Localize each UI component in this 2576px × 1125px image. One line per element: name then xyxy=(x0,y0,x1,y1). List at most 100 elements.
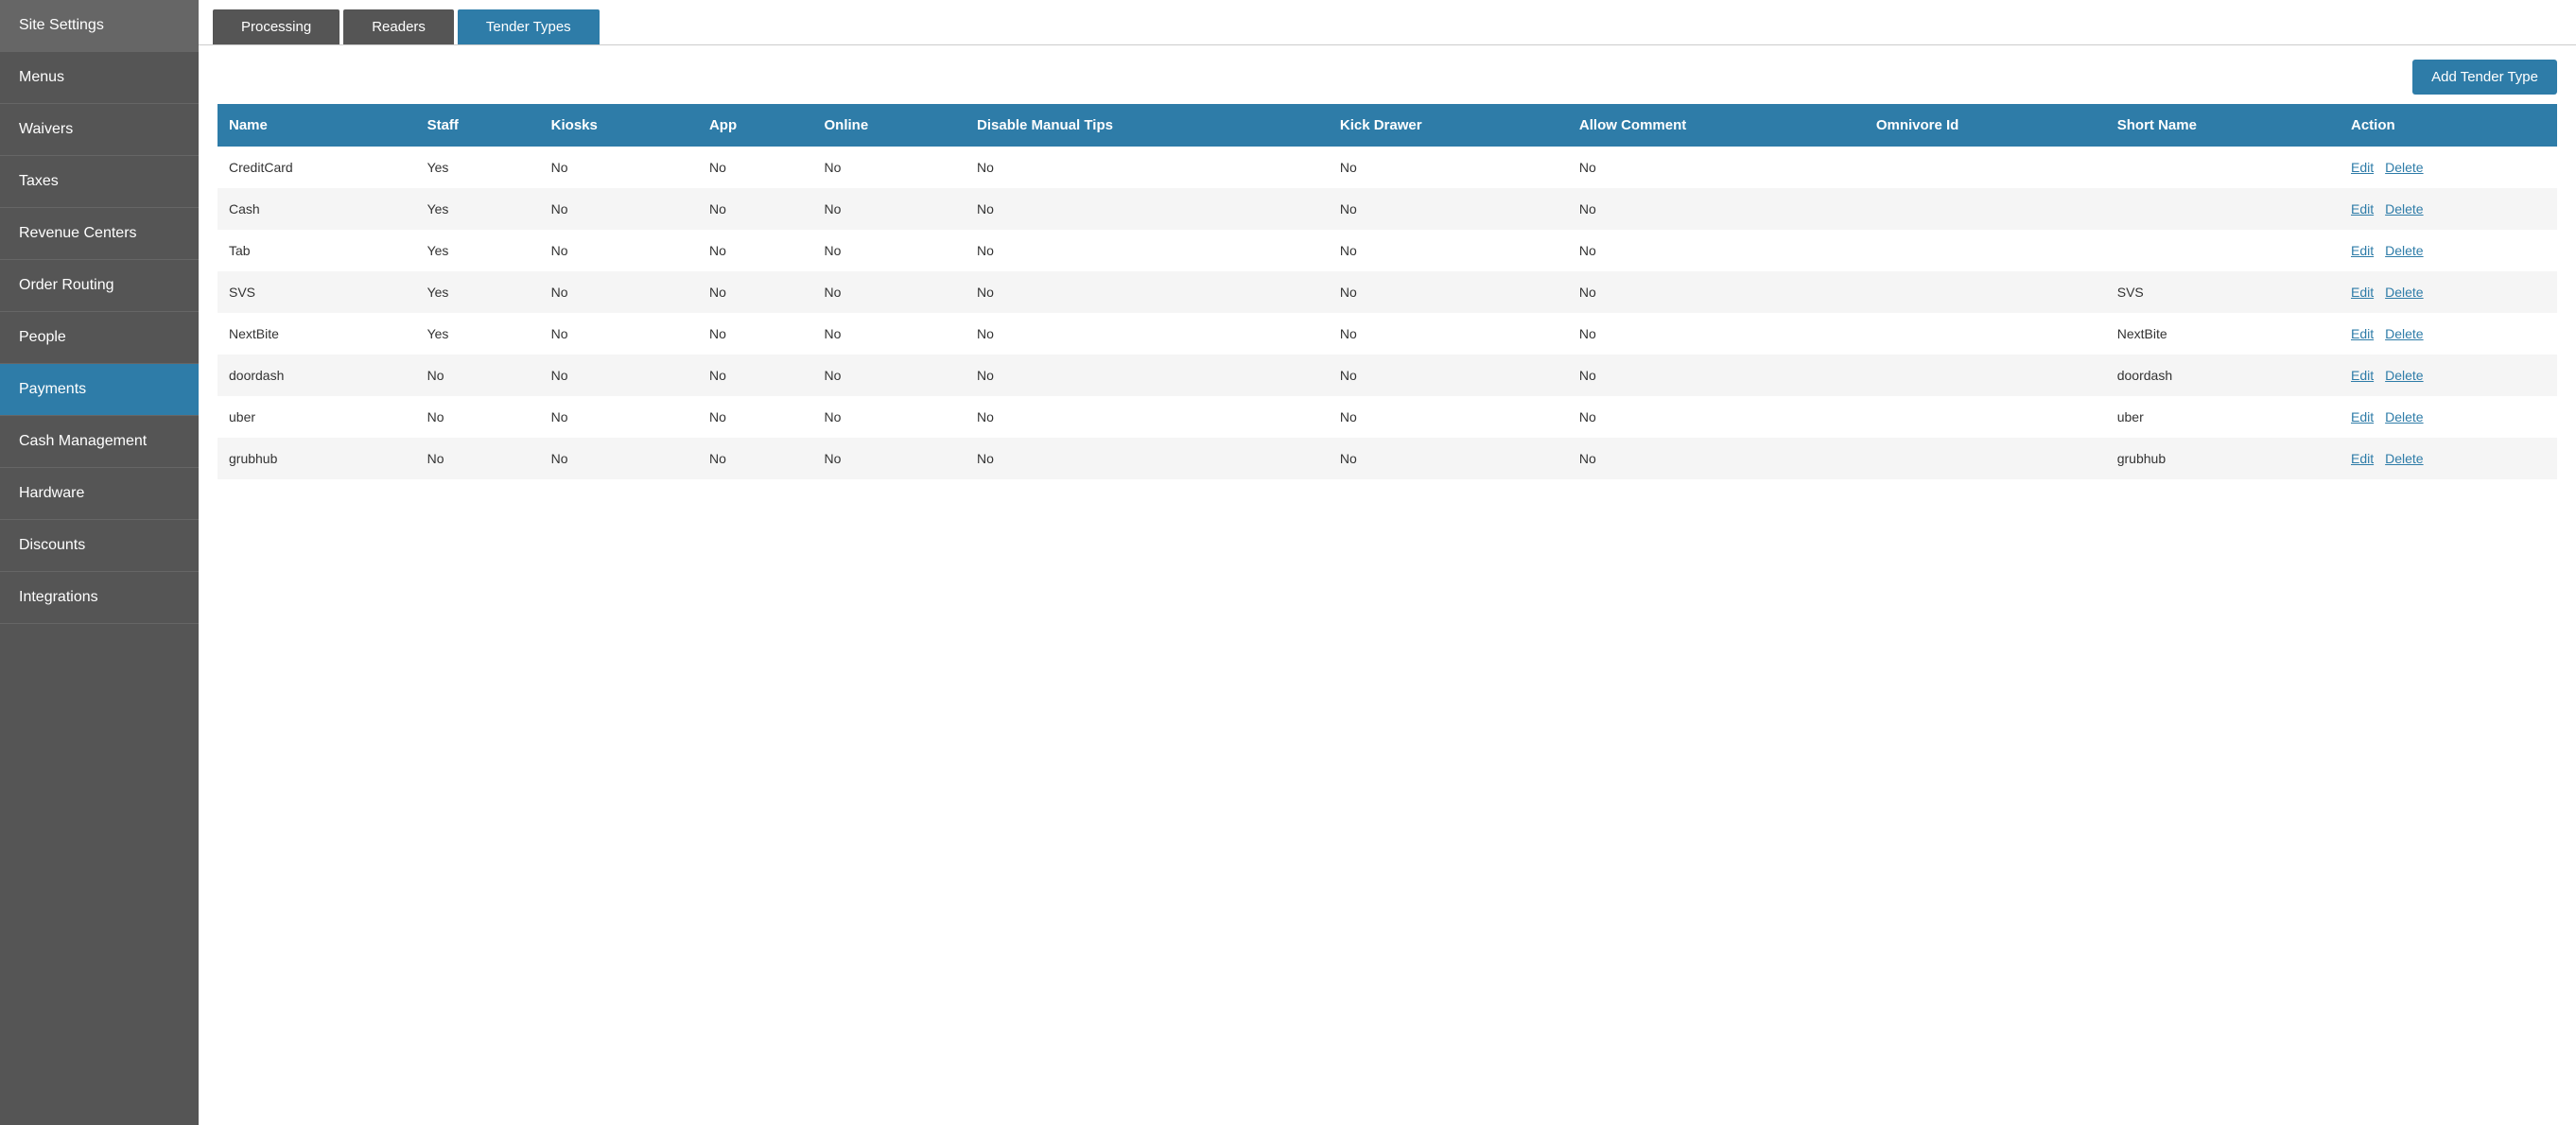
cell-allow_comment: No xyxy=(1568,313,1865,355)
table-row: CashYesNoNoNoNoNoNoEditDelete xyxy=(218,188,2557,230)
col-header-allow_comment: Allow Comment xyxy=(1568,104,1865,147)
delete-button[interactable]: Delete xyxy=(2385,201,2423,216)
cell-staff: No xyxy=(416,438,540,479)
cell-disable_manual_tips: No xyxy=(966,188,1329,230)
cell-app: No xyxy=(698,147,813,188)
cell-name: uber xyxy=(218,396,416,438)
cell-omnivore_id xyxy=(1865,355,2106,396)
cell-staff: Yes xyxy=(416,313,540,355)
edit-button[interactable]: Edit xyxy=(2351,409,2374,424)
delete-button[interactable]: Delete xyxy=(2385,326,2423,341)
table-header: NameStaffKiosksAppOnlineDisable Manual T… xyxy=(218,104,2557,147)
edit-button[interactable]: Edit xyxy=(2351,451,2374,466)
cell-action[interactable]: Edit Delete xyxy=(2340,271,2557,313)
sidebar-item-order-routing[interactable]: Order Routing xyxy=(0,260,199,312)
delete-button[interactable]: Delete xyxy=(2385,368,2423,383)
cell-action[interactable]: Edit Delete xyxy=(2340,355,2557,396)
cell-kick_drawer: No xyxy=(1329,230,1568,271)
delete-button[interactable]: Delete xyxy=(2385,409,2423,424)
tab-processing[interactable]: Processing xyxy=(213,9,339,44)
edit-button[interactable]: Edit xyxy=(2351,160,2374,175)
sidebar-item-integrations[interactable]: Integrations xyxy=(0,572,199,624)
table-row: TabYesNoNoNoNoNoNoEditDelete xyxy=(218,230,2557,271)
sidebar-item-waivers[interactable]: Waivers xyxy=(0,104,199,156)
cell-short_name: uber xyxy=(2106,396,2340,438)
cell-name: grubhub xyxy=(218,438,416,479)
cell-disable_manual_tips: No xyxy=(966,271,1329,313)
add-tender-type-button[interactable]: Add Tender Type xyxy=(2412,60,2557,95)
cell-app: No xyxy=(698,230,813,271)
cell-action[interactable]: Edit Delete xyxy=(2340,230,2557,271)
delete-button[interactable]: Delete xyxy=(2385,243,2423,258)
cell-staff: Yes xyxy=(416,271,540,313)
tabs-bar: ProcessingReadersTender Types xyxy=(199,0,2576,45)
sidebar-item-site-settings[interactable]: Site Settings xyxy=(0,0,199,52)
cell-kiosks: No xyxy=(540,313,698,355)
delete-button[interactable]: Delete xyxy=(2385,160,2423,175)
sidebar-item-discounts[interactable]: Discounts xyxy=(0,520,199,572)
col-header-kiosks: Kiosks xyxy=(540,104,698,147)
cell-allow_comment: No xyxy=(1568,230,1865,271)
sidebar: Site SettingsMenusWaiversTaxesRevenue Ce… xyxy=(0,0,199,1125)
cell-kick_drawer: No xyxy=(1329,147,1568,188)
cell-kick_drawer: No xyxy=(1329,396,1568,438)
cell-action[interactable]: Edit Delete xyxy=(2340,438,2557,479)
table-row: NextBiteYesNoNoNoNoNoNoNextBiteEditDelet… xyxy=(218,313,2557,355)
edit-button[interactable]: Edit xyxy=(2351,285,2374,300)
table-body: CreditCardYesNoNoNoNoNoNoEditDeleteCashY… xyxy=(218,147,2557,479)
cell-kiosks: No xyxy=(540,355,698,396)
delete-button[interactable]: Delete xyxy=(2385,451,2423,466)
edit-button[interactable]: Edit xyxy=(2351,326,2374,341)
sidebar-item-revenue-centers[interactable]: Revenue Centers xyxy=(0,208,199,260)
tab-tender-types[interactable]: Tender Types xyxy=(458,9,600,44)
sidebar-item-menus[interactable]: Menus xyxy=(0,52,199,104)
cell-action[interactable]: Edit Delete xyxy=(2340,313,2557,355)
cell-kick_drawer: No xyxy=(1329,438,1568,479)
cell-kiosks: No xyxy=(540,396,698,438)
cell-short_name: doordash xyxy=(2106,355,2340,396)
col-header-name: Name xyxy=(218,104,416,147)
sidebar-item-cash-management[interactable]: Cash Management xyxy=(0,416,199,468)
cell-kick_drawer: No xyxy=(1329,313,1568,355)
cell-action[interactable]: Edit Delete xyxy=(2340,188,2557,230)
cell-kiosks: No xyxy=(540,230,698,271)
cell-online: No xyxy=(813,355,966,396)
cell-short_name: grubhub xyxy=(2106,438,2340,479)
main-content: ProcessingReadersTender Types Add Tender… xyxy=(199,0,2576,1125)
sidebar-item-hardware[interactable]: Hardware xyxy=(0,468,199,520)
sidebar-item-payments[interactable]: Payments xyxy=(0,364,199,416)
cell-name: SVS xyxy=(218,271,416,313)
cell-staff: No xyxy=(416,396,540,438)
cell-action[interactable]: Edit Delete xyxy=(2340,396,2557,438)
delete-button[interactable]: Delete xyxy=(2385,285,2423,300)
sidebar-item-taxes[interactable]: Taxes xyxy=(0,156,199,208)
tab-readers[interactable]: Readers xyxy=(343,9,454,44)
cell-disable_manual_tips: No xyxy=(966,438,1329,479)
cell-omnivore_id xyxy=(1865,188,2106,230)
cell-online: No xyxy=(813,147,966,188)
cell-kick_drawer: No xyxy=(1329,355,1568,396)
cell-disable_manual_tips: No xyxy=(966,147,1329,188)
cell-app: No xyxy=(698,313,813,355)
cell-action[interactable]: Edit Delete xyxy=(2340,147,2557,188)
cell-short_name xyxy=(2106,147,2340,188)
edit-button[interactable]: Edit xyxy=(2351,201,2374,216)
cell-omnivore_id xyxy=(1865,271,2106,313)
sidebar-item-people[interactable]: People xyxy=(0,312,199,364)
cell-short_name: NextBite xyxy=(2106,313,2340,355)
cell-online: No xyxy=(813,313,966,355)
edit-button[interactable]: Edit xyxy=(2351,243,2374,258)
cell-kiosks: No xyxy=(540,188,698,230)
cell-online: No xyxy=(813,188,966,230)
cell-name: Cash xyxy=(218,188,416,230)
cell-kick_drawer: No xyxy=(1329,188,1568,230)
edit-button[interactable]: Edit xyxy=(2351,368,2374,383)
cell-disable_manual_tips: No xyxy=(966,313,1329,355)
cell-online: No xyxy=(813,438,966,479)
cell-online: No xyxy=(813,271,966,313)
content-area: Add Tender Type NameStaffKiosksAppOnline… xyxy=(199,45,2576,493)
cell-allow_comment: No xyxy=(1568,271,1865,313)
cell-staff: Yes xyxy=(416,188,540,230)
cell-app: No xyxy=(698,188,813,230)
cell-name: NextBite xyxy=(218,313,416,355)
